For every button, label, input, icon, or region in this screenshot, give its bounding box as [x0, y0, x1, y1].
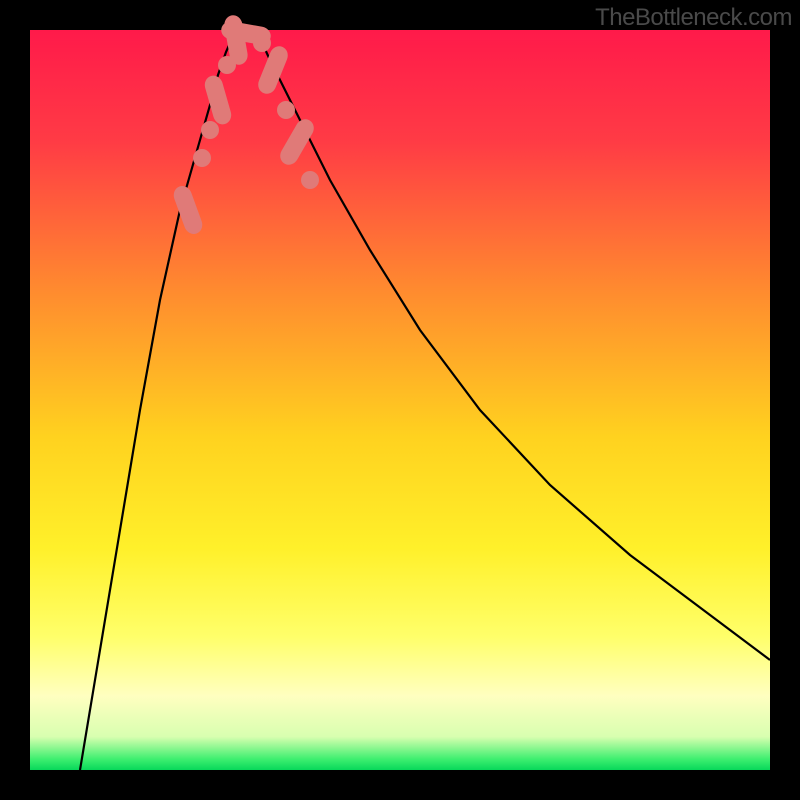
- chart-frame: TheBottleneck.com: [0, 0, 800, 800]
- chart-svg: [0, 0, 800, 800]
- marker-dot: [253, 34, 271, 52]
- marker-dot: [301, 171, 319, 189]
- watermark-text: TheBottleneck.com: [595, 4, 792, 32]
- marker-dot: [193, 149, 211, 167]
- marker-dot: [277, 101, 295, 119]
- marker-dot: [201, 121, 219, 139]
